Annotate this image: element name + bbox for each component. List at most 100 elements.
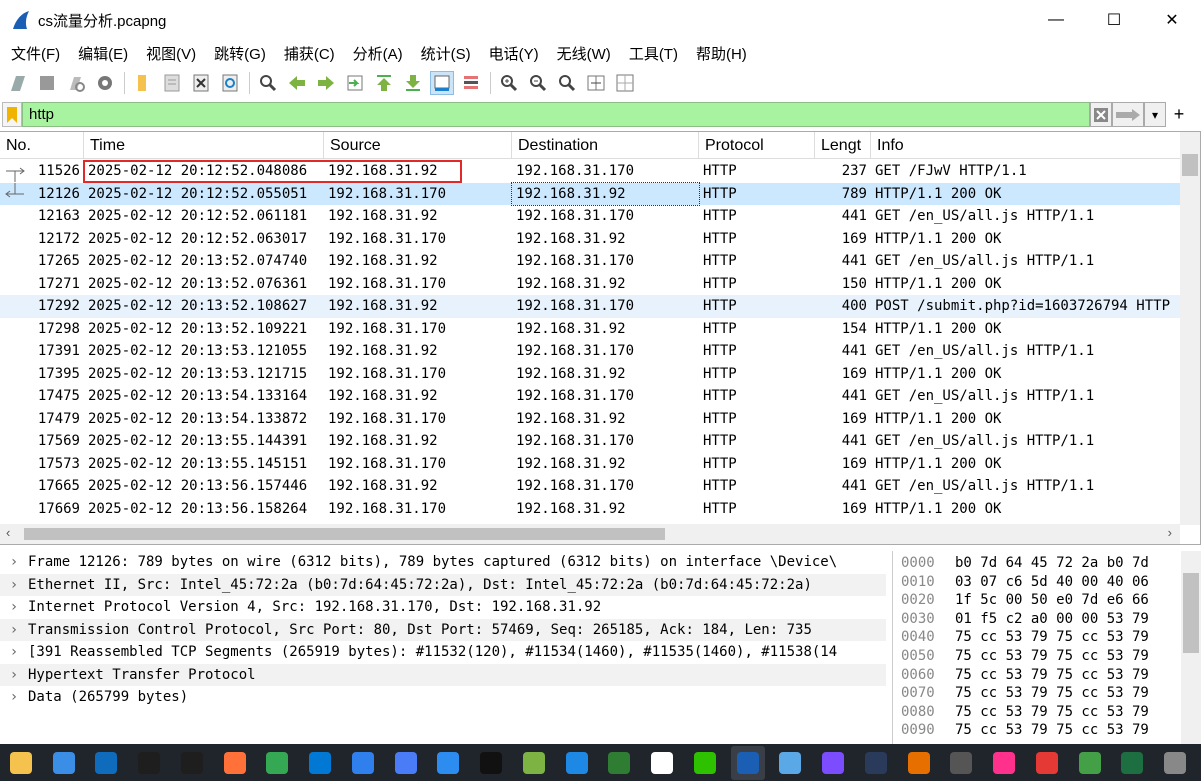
idea-icon[interactable] bbox=[987, 746, 1021, 780]
column-info[interactable]: Info bbox=[871, 132, 1180, 159]
autoscroll-icon[interactable] bbox=[430, 71, 454, 95]
app-flower-icon[interactable] bbox=[774, 746, 808, 780]
column-destination[interactable]: Destination bbox=[512, 132, 699, 159]
table-row[interactable]: 17669 2025-02-12 20:13:56.158264 192.168.3… bbox=[0, 498, 1180, 521]
hex-row[interactable]: 0030 01 f5 c2 a0 00 00 53 79 bbox=[893, 610, 1201, 629]
app-doc-icon[interactable] bbox=[945, 746, 979, 780]
apply-filter-icon[interactable] bbox=[1112, 102, 1144, 127]
app-green-icon[interactable] bbox=[517, 746, 551, 780]
zoom-out-icon[interactable] bbox=[526, 71, 550, 95]
wechat-icon[interactable] bbox=[688, 746, 722, 780]
clear-filter-icon[interactable] bbox=[1090, 102, 1112, 127]
table-row[interactable]: 17271 2025-02-12 20:13:52.076361 192.168.3… bbox=[0, 273, 1180, 296]
java-icon[interactable] bbox=[902, 746, 936, 780]
scroll-left-icon[interactable]: ‹ bbox=[6, 525, 10, 540]
expand-subtrees-icon[interactable] bbox=[613, 71, 637, 95]
save-file-icon[interactable] bbox=[160, 71, 184, 95]
app-dark-icon[interactable] bbox=[859, 746, 893, 780]
go-forward-icon[interactable] bbox=[314, 71, 338, 95]
menu-file[interactable]: 文件(F) bbox=[4, 43, 67, 64]
app-blue2-icon[interactable] bbox=[560, 746, 594, 780]
packet-list-vscroll[interactable] bbox=[1180, 132, 1200, 525]
table-row[interactable]: 12163 2025-02-12 20:12:52.061181 192.168.3… bbox=[0, 205, 1180, 228]
menu-wireless[interactable]: 无线(W) bbox=[550, 43, 618, 64]
scroll-thumb[interactable] bbox=[1182, 154, 1198, 176]
table-row[interactable]: 17573 2025-02-12 20:13:55.145151 192.168.3… bbox=[0, 453, 1180, 476]
app-blue-icon[interactable] bbox=[346, 746, 380, 780]
menu-go[interactable]: 跳转(G) bbox=[207, 43, 273, 64]
close-file-icon[interactable] bbox=[189, 71, 213, 95]
menu-view[interactable]: 视图(V) bbox=[139, 43, 203, 64]
table-row[interactable]: 17479 2025-02-12 20:13:54.133872 192.168.3… bbox=[0, 408, 1180, 431]
detail-tree-item[interactable]: › Transmission Control Protocol, Src Port… bbox=[0, 618, 886, 641]
menu-capture[interactable]: 捕获(C) bbox=[277, 43, 342, 64]
dell-icon[interactable] bbox=[132, 746, 166, 780]
go-back-icon[interactable] bbox=[285, 71, 309, 95]
excel-icon[interactable] bbox=[1116, 746, 1150, 780]
packet-list-hscroll[interactable]: ‹ › bbox=[0, 524, 1180, 544]
table-row[interactable]: 17391 2025-02-12 20:13:53.121055 192.168.3… bbox=[0, 340, 1180, 363]
colorize-icon[interactable] bbox=[459, 71, 483, 95]
menu-edit[interactable]: 编辑(E) bbox=[71, 43, 135, 64]
chrome-icon[interactable] bbox=[261, 746, 295, 780]
terminal-icon[interactable] bbox=[603, 746, 637, 780]
column-source[interactable]: Source bbox=[324, 132, 512, 159]
more-icon[interactable] bbox=[1158, 746, 1192, 780]
bookmark-icon[interactable] bbox=[2, 102, 22, 127]
hex-row[interactable]: 0090 75 cc 53 79 75 cc 53 79 bbox=[893, 721, 1201, 740]
hex-row[interactable]: 0020 1f 5c 00 50 e0 7d e6 66 bbox=[893, 591, 1201, 610]
reload-file-icon[interactable] bbox=[218, 71, 242, 95]
table-row[interactable]: 17395 2025-02-12 20:13:53.121715 192.168.3… bbox=[0, 363, 1180, 386]
table-row[interactable]: 17475 2025-02-12 20:13:54.133164 192.168.3… bbox=[0, 385, 1180, 408]
menu-analyze[interactable]: 分析(A) bbox=[346, 43, 410, 64]
qq-icon[interactable] bbox=[474, 746, 508, 780]
start-icon[interactable] bbox=[47, 746, 81, 780]
table-row[interactable]: 17665 2025-02-12 20:13:56.157446 192.168.3… bbox=[0, 475, 1180, 498]
close-button[interactable]: ✕ bbox=[1143, 0, 1201, 40]
table-row[interactable]: 17298 2025-02-12 20:13:52.109221 192.168.3… bbox=[0, 318, 1180, 341]
expand-arrow-icon[interactable]: › bbox=[0, 686, 28, 709]
find-packet-icon[interactable] bbox=[256, 71, 280, 95]
go-to-packet-icon[interactable] bbox=[343, 71, 367, 95]
add-filter-button[interactable]: + bbox=[1166, 104, 1192, 125]
detail-tree-item[interactable]: › Hypertext Transfer Protocol bbox=[0, 663, 886, 687]
detail-tree-item[interactable]: › Data (265799 bytes) bbox=[0, 686, 886, 709]
wireshark-icon[interactable] bbox=[730, 745, 765, 780]
scroll-right-icon[interactable]: › bbox=[1168, 525, 1172, 540]
app-circle-icon[interactable] bbox=[389, 746, 423, 780]
hex-row[interactable]: 0050 75 cc 53 79 75 cc 53 79 bbox=[893, 647, 1201, 666]
table-row[interactable]: 12126 2025-02-12 20:12:52.055051 192.168.3… bbox=[0, 181, 1180, 206]
display-filter-input[interactable]: http bbox=[22, 102, 1090, 127]
app-red-icon[interactable] bbox=[1030, 746, 1064, 780]
expand-arrow-icon[interactable]: › bbox=[0, 551, 28, 574]
scroll-thumb[interactable] bbox=[24, 528, 665, 540]
dell-app-icon[interactable] bbox=[175, 746, 209, 780]
column-time[interactable]: Time bbox=[84, 132, 324, 159]
feishu-icon[interactable] bbox=[432, 746, 466, 780]
restart-capture-icon[interactable] bbox=[64, 71, 88, 95]
column-no[interactable]: No. bbox=[0, 132, 84, 159]
hex-row[interactable]: 0010 03 07 c6 5d 40 00 40 06 bbox=[893, 573, 1201, 592]
go-last-packet-icon[interactable] bbox=[401, 71, 425, 95]
hex-row[interactable]: 0070 75 cc 53 79 75 cc 53 79 bbox=[893, 684, 1201, 703]
table-row[interactable]: 17292 2025-02-12 20:13:52.108627 192.168.3… bbox=[0, 295, 1180, 318]
outlook-icon[interactable] bbox=[90, 746, 124, 780]
expand-arrow-icon[interactable]: › bbox=[0, 664, 28, 687]
resize-columns-icon[interactable] bbox=[584, 71, 608, 95]
table-row[interactable]: 17569 2025-02-12 20:13:55.144391 192.168.3… bbox=[0, 430, 1180, 453]
typora-icon[interactable] bbox=[645, 746, 679, 780]
stop-capture-icon[interactable] bbox=[35, 71, 59, 95]
menu-tools[interactable]: 工具(T) bbox=[622, 43, 685, 64]
go-first-packet-icon[interactable] bbox=[372, 71, 396, 95]
app-refresh-icon[interactable] bbox=[1073, 746, 1107, 780]
hex-row[interactable]: 0080 75 cc 53 79 75 cc 53 79 bbox=[893, 703, 1201, 722]
maximize-button[interactable]: ☐ bbox=[1085, 0, 1143, 40]
menu-telephony[interactable]: 电话(Y) bbox=[482, 43, 546, 64]
open-file-icon[interactable] bbox=[131, 71, 155, 95]
hex-row[interactable]: 0060 75 cc 53 79 75 cc 53 79 bbox=[893, 666, 1201, 685]
hex-row[interactable]: 0040 75 cc 53 79 75 cc 53 79 bbox=[893, 628, 1201, 647]
expand-arrow-icon[interactable]: › bbox=[0, 596, 28, 619]
bytes-vscroll[interactable] bbox=[1181, 551, 1201, 744]
zoom-in-icon[interactable] bbox=[497, 71, 521, 95]
start-capture-icon[interactable] bbox=[6, 71, 30, 95]
